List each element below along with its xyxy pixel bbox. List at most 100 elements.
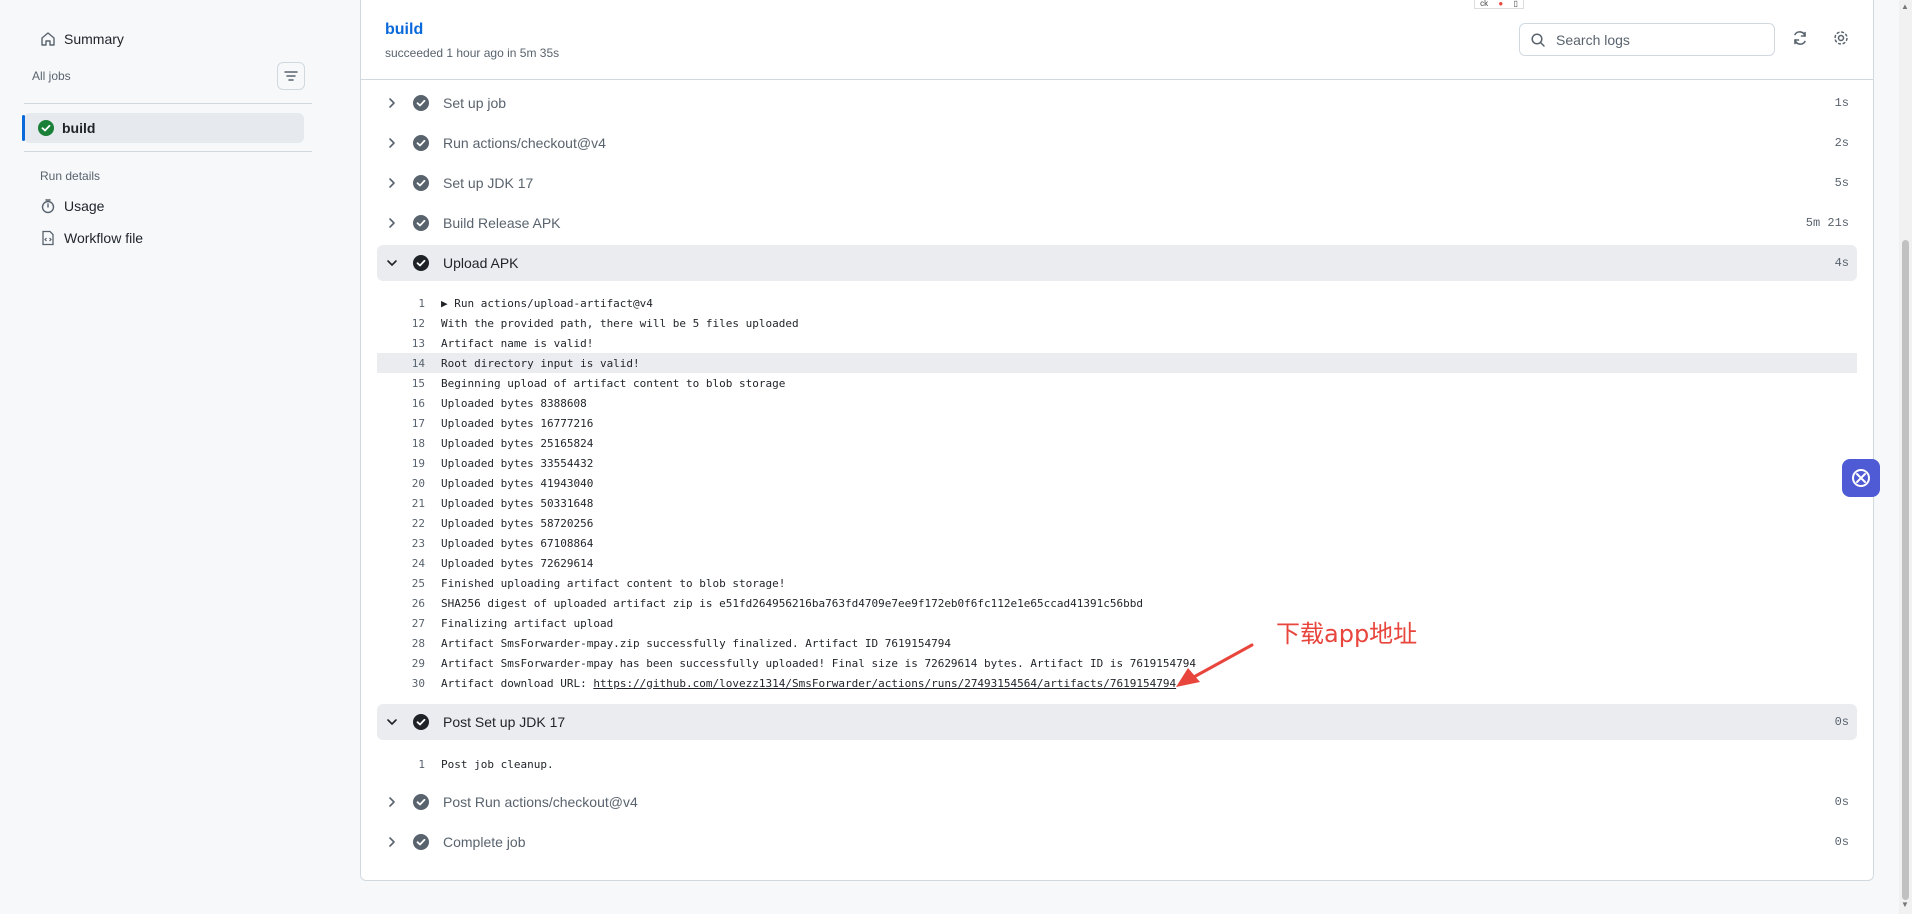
line-number[interactable]: 22 [377, 517, 425, 530]
line-number[interactable]: 24 [377, 557, 425, 570]
line-number[interactable]: 16 [377, 397, 425, 410]
line-number[interactable]: 13 [377, 337, 425, 350]
log-line: 16 Uploaded bytes 8388608 [377, 393, 1857, 413]
home-icon [41, 32, 55, 46]
log-line: 21 Uploaded bytes 50331648 [377, 493, 1857, 513]
step-row[interactable]: Run actions/checkout@v4 2s [377, 125, 1857, 161]
copilot-button[interactable] [1842, 459, 1880, 497]
scrollbar-thumb[interactable] [1902, 240, 1909, 900]
line-number[interactable]: 1 [377, 758, 425, 771]
line-number[interactable]: 30 [377, 677, 425, 690]
log-line: 22 Uploaded bytes 58720256 [377, 513, 1857, 533]
step-success-icon [413, 714, 429, 730]
line-number[interactable]: 15 [377, 377, 425, 390]
step-name: Post Run actions/checkout@v4 [443, 794, 638, 810]
usage-link[interactable]: Usage [40, 198, 104, 214]
step-name: Set up job [443, 95, 507, 111]
log-text: ▶ Run actions/upload-artifact@v4 [441, 297, 653, 310]
log-line: 12 With the provided path, there will be … [377, 313, 1857, 333]
build-title[interactable]: build [385, 21, 423, 39]
log-text-content: Artifact SmsForwarder-mpay.zip successfu… [441, 636, 951, 650]
step-row[interactable]: Set up job 1s [377, 85, 1857, 121]
line-number[interactable]: 28 [377, 637, 425, 650]
line-number[interactable]: 25 [377, 577, 425, 590]
chevron-right-icon [389, 837, 395, 847]
log-text-content: Uploaded bytes 25165824 [441, 436, 594, 450]
step-row[interactable]: Upload APK 4s [377, 245, 1857, 281]
log-line: 23 Uploaded bytes 67108864 [377, 533, 1857, 553]
step-row[interactable]: Post Run actions/checkout@v4 0s [377, 784, 1857, 820]
step-name: Complete job [443, 834, 526, 850]
log-text: Artifact SmsForwarder-mpay has been succ… [441, 657, 1196, 670]
line-number[interactable]: 14 [377, 357, 425, 370]
chevron-right-icon [389, 138, 395, 148]
log-text: SHA256 digest of uploaded artifact zip i… [441, 597, 1143, 610]
step-duration: 0s [1834, 715, 1849, 729]
log-line: 14 Root directory input is valid! [377, 353, 1857, 373]
line-number[interactable]: 1 [377, 297, 425, 310]
log-text-content: Artifact SmsForwarder-mpay has been succ… [441, 656, 1196, 670]
log-line: 27 Finalizing artifact upload [377, 613, 1857, 633]
log-line: 25 Finished uploading artifact content to… [377, 573, 1857, 593]
line-number[interactable]: 17 [377, 417, 425, 430]
log-text-content: With the provided path, there will be 5 … [441, 316, 799, 330]
workflow-file-link[interactable]: Workflow file [40, 230, 143, 246]
step-success-icon [413, 95, 429, 111]
summary-link[interactable]: Summary [40, 31, 124, 47]
step-success-icon [413, 215, 429, 231]
log-text-content: Uploaded bytes 58720256 [441, 516, 594, 530]
line-number[interactable]: 26 [377, 597, 425, 610]
line-number[interactable]: 19 [377, 457, 425, 470]
scroll-down-icon[interactable]: ▼ [1901, 900, 1909, 909]
refresh-icon[interactable] [1791, 29, 1809, 47]
line-number[interactable]: 18 [377, 437, 425, 450]
all-jobs-heading: All jobs [32, 69, 71, 83]
step-row[interactable]: Post Set up JDK 17 0s [377, 704, 1857, 740]
log-text-content: Post job cleanup. [441, 757, 554, 771]
search-logs-input[interactable] [1554, 30, 1758, 49]
log-text-content: Uploaded bytes 8388608 [441, 396, 587, 410]
step-row[interactable]: Build Release APK 5m 21s [377, 205, 1857, 241]
step-success-icon [413, 794, 429, 810]
run-details-heading: Run details [40, 169, 101, 183]
log-line: 20 Uploaded bytes 41943040 [377, 473, 1857, 493]
line-number[interactable]: 20 [377, 477, 425, 490]
log-text-content: Uploaded bytes 16777216 [441, 416, 594, 430]
annotation-text: 下载app地址 [1276, 620, 1418, 648]
sidebar: Summary All jobs build Run details Usage… [0, 0, 320, 914]
line-number[interactable]: 29 [377, 657, 425, 670]
log-text: Uploaded bytes 72629614 [441, 557, 593, 570]
job-log-panel: ck ● ▯ build succeeded 1 hour ago in 5m … [360, 0, 1874, 881]
log-text-content: Finished uploading artifact content to b… [441, 576, 786, 590]
step-name: Post Set up JDK 17 [443, 714, 566, 730]
chevron-right-icon [389, 218, 395, 228]
chevron-right-icon [389, 797, 395, 807]
line-number[interactable]: 21 [377, 497, 425, 510]
log-line: 30 Artifact download URL: https://github.… [377, 673, 1857, 693]
line-number[interactable]: 12 [377, 317, 425, 330]
step-success-icon [413, 175, 429, 191]
log-line: 13 Artifact name is valid! [377, 333, 1857, 353]
step-name: Run actions/checkout@v4 [443, 135, 606, 151]
line-number[interactable]: 27 [377, 617, 425, 630]
job-item-build[interactable]: build [22, 113, 304, 143]
filter-button[interactable] [277, 62, 305, 90]
chevron-right-icon [389, 98, 395, 108]
log-text: Artifact SmsForwarder-mpay.zip successfu… [441, 637, 951, 650]
artifact-download-link[interactable]: https://github.com/lovezz1314/SmsForward… [593, 677, 1176, 690]
log-line: 18 Uploaded bytes 25165824 [377, 433, 1857, 453]
step-row[interactable]: Complete job 0s [377, 824, 1857, 860]
step-duration: 2s [1834, 136, 1849, 150]
scroll-up-icon[interactable]: ▲ [1901, 2, 1909, 11]
gear-icon[interactable] [1832, 29, 1850, 47]
log-text: With the provided path, there will be 5 … [441, 317, 799, 330]
annotation-arrow-icon [1176, 643, 1254, 687]
step-row[interactable]: Set up JDK 17 5s [377, 165, 1857, 201]
divider [24, 151, 312, 152]
step-duration: 5s [1834, 176, 1849, 190]
log-text-content: Uploaded bytes 67108864 [441, 536, 594, 550]
log-text-content: Uploaded bytes 50331648 [441, 496, 594, 510]
active-indicator [22, 115, 25, 141]
search-logs-box[interactable] [1519, 23, 1775, 56]
line-number[interactable]: 23 [377, 537, 425, 550]
